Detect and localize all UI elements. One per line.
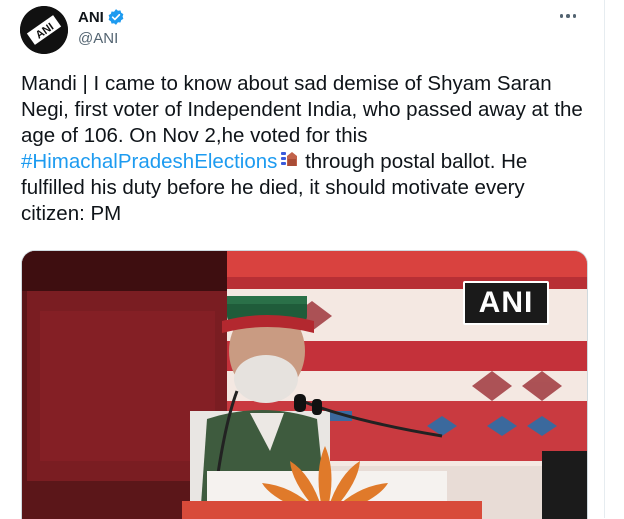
avatar[interactable]: ANI	[20, 6, 68, 54]
more-dot-icon	[572, 14, 577, 18]
tweet-header: ANI ANI @ANI	[20, 4, 584, 54]
ballot-box-icon	[281, 152, 298, 166]
more-dot-icon	[566, 14, 570, 18]
media-watermark: ANI	[463, 281, 549, 325]
more-dot-icon	[559, 14, 564, 18]
display-name[interactable]: ANI	[78, 9, 104, 26]
tweet-card[interactable]: ANI ANI @ANI Mandi | I came to know abou…	[0, 0, 605, 519]
tweet-text-before: Mandi | I came to know about sad demise …	[21, 72, 583, 147]
tweet-text: Mandi | I came to know about sad demise …	[21, 71, 587, 227]
ani-logo-icon: ANI	[20, 6, 68, 54]
author-name-row[interactable]: ANI	[78, 8, 125, 26]
tweet-media-image[interactable]: ANI	[21, 250, 588, 519]
verified-badge-icon	[108, 9, 124, 25]
author-handle[interactable]: @ANI	[78, 30, 118, 47]
more-options-button[interactable]	[554, 6, 582, 26]
hashtag-link[interactable]: #HimachalPradeshElections	[21, 150, 277, 173]
